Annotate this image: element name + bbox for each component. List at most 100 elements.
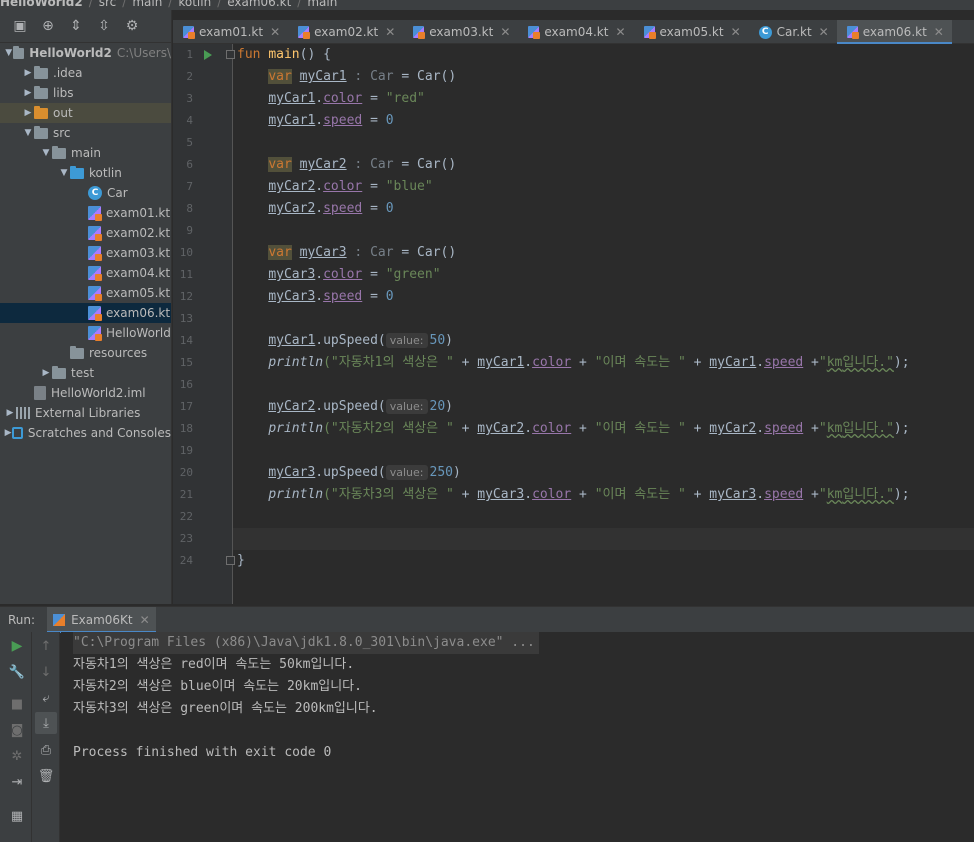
select-opened-file-icon[interactable]: ⊕ [40,18,56,34]
line-number: 12 [179,290,193,303]
code-area[interactable]: fun main() { var myCar1 : Car = Car() my… [233,44,974,604]
print-icon[interactable]: ⎙ [38,742,54,758]
tab-exam03-kt[interactable]: exam03.kt ✕ [403,20,518,44]
exit-icon[interactable]: ⇥ [9,774,25,790]
tree-item-label: exam01.kt [106,206,171,220]
tree-item-exam05-kt[interactable]: exam05.kt [0,283,171,303]
line-number: 20 [179,466,193,479]
tab-car-kt[interactable]: C Car.kt ✕ [749,20,837,44]
parameter-hint: value: [385,399,428,414]
chevron-right-icon[interactable]: ▶ [4,408,16,418]
close-icon[interactable]: ✕ [731,25,741,39]
close-icon[interactable]: ✕ [385,25,395,39]
line-number: 22 [179,510,193,523]
close-icon[interactable]: ✕ [500,25,510,39]
collapse-all-icon[interactable]: ⇳ [96,18,112,34]
library-icon [16,407,30,419]
kotlin-file-icon [88,266,102,281]
tree-item-src[interactable]: ▼ src [0,123,171,143]
breadcrumb-project[interactable]: HelloWorld2 [0,0,83,9]
code-line: myCar3.upSpeed(value: 250) [268,465,461,480]
fold-marker-icon[interactable] [226,50,235,59]
chevron-right-icon[interactable]: ▶ [22,68,34,78]
tree-item-external-libraries[interactable]: ▶ External Libraries [0,403,171,423]
camera-icon[interactable]: ◙ [9,722,25,738]
chevron-right-icon[interactable]: ▶ [4,428,12,438]
tree-item-helloworld2-iml[interactable]: HelloWorld2.iml [0,383,171,403]
tree-item-kotlin[interactable]: ▼ kotlin [0,163,171,183]
run-gutter-icon[interactable] [204,50,212,60]
folder-icon [70,345,84,359]
tree-item-label: .idea [53,66,83,80]
close-icon[interactable]: ✕ [934,25,944,39]
tree-item-car[interactable]: C Car [0,183,171,203]
fold-marker-icon[interactable] [226,556,235,565]
chevron-down-icon[interactable]: ▼ [4,48,13,58]
tree-item-exam06-kt[interactable]: exam06.kt [0,303,171,323]
tree-item-scratches-and-consoles[interactable]: ▶ Scratches and Consoles [0,423,171,443]
tab-exam06-kt[interactable]: exam06.kt ✕ [836,20,952,45]
breadcrumb-src[interactable]: src [99,0,117,9]
code-line: myCar3.color = "green" [268,267,441,282]
arrow-down-icon[interactable]: ↓ [38,664,54,680]
line-number: 23 [179,532,193,545]
run-toolbar: ▶ 🔧 ■ ◙ ✲ ⇥ ▦ [0,632,32,842]
soft-wrap-icon[interactable]: ⤶ [38,690,54,706]
code-editor[interactable]: 1 2 3 4 5 6 7 8 9 10 11 12 13 14 15 16 17 18 19 20 21 22 23 24 … [173,44,974,604]
breadcrumb-separator: / [88,0,93,9]
layout-icon[interactable]: ▦ [9,808,25,824]
close-icon[interactable]: ✕ [270,25,280,39]
chevron-down-icon[interactable]: ▼ [58,168,70,178]
scroll-to-end-icon[interactable]: ⤓ [35,712,57,734]
close-icon[interactable]: ✕ [615,25,625,39]
breadcrumb-separator: / [122,0,127,9]
tree-item-test[interactable]: ▶ test [0,363,171,383]
expand-all-icon[interactable]: ⇕ [68,18,84,34]
stop-icon[interactable]: ■ [9,696,25,712]
tab-exam01-kt[interactable]: exam01.kt ✕ [173,20,288,44]
code-line: var myCar2 : Car = Car() [268,157,457,172]
tree-item-helloworld[interactable]: HelloWorld [0,323,171,343]
chevron-down-icon[interactable]: ▼ [22,128,34,138]
project-view-dropdown-icon[interactable]: ▣ [12,18,28,34]
tree-item-label: test [71,366,95,380]
chevron-right-icon[interactable]: ▶ [40,368,52,378]
breadcrumb-main[interactable]: main [132,0,162,9]
run-config-tab[interactable]: Exam06Kt ✕ [47,606,156,633]
breadcrumb-file[interactable]: exam06.kt [227,0,291,9]
rerun-icon[interactable]: ▶ [9,638,25,654]
tab-exam02-kt[interactable]: exam02.kt ✕ [288,20,403,44]
tree-item-helloworld2[interactable]: ▼ HelloWorld2 C:\Users\ [0,43,171,63]
close-icon[interactable]: ✕ [140,613,150,627]
close-icon[interactable]: ✕ [819,25,829,39]
console-output[interactable]: "C:\Program Files (x86)\Java\jdk1.8.0_30… [61,632,974,842]
tab-exam05-kt[interactable]: exam05.kt ✕ [634,20,749,44]
tree-item-libs[interactable]: ▶ libs [0,83,171,103]
breadcrumb-function[interactable]: main [307,0,337,9]
folder-icon [52,365,66,379]
arrow-up-icon[interactable]: ↑ [38,638,54,654]
gear-icon[interactable]: ⚙ [124,18,140,34]
tree-item-label: exam06.kt [106,306,171,320]
tree-item-exam02-kt[interactable]: exam02.kt [0,223,171,243]
trash-icon[interactable]: 🗑 [38,768,55,784]
breadcrumb-kotlin[interactable]: kotlin [178,0,211,9]
tree-item-idea[interactable]: ▶ .idea [0,63,171,83]
tree-item-exam04-kt[interactable]: exam04.kt [0,263,171,283]
tree-item-main[interactable]: ▼ main [0,143,171,163]
tab-label: Car.kt [776,25,812,39]
tree-item-exam03-kt[interactable]: exam03.kt [0,243,171,263]
chevron-right-icon[interactable]: ▶ [22,88,34,98]
debug-icon[interactable]: ✲ [9,748,25,764]
chevron-right-icon[interactable]: ▶ [22,108,34,118]
code-line: println("자동차3의 색상은 " + myCar3.color + "이… [268,487,910,502]
line-number: 16 [179,378,193,391]
tree-item-exam01-kt[interactable]: exam01.kt [0,203,171,223]
chevron-down-icon[interactable]: ▼ [40,148,52,158]
tree-item-resources[interactable]: resources [0,343,171,363]
wrench-icon[interactable]: 🔧 [9,664,25,680]
line-number: 21 [179,488,193,501]
tree-item-out[interactable]: ▶ out [0,103,171,123]
tab-exam04-kt[interactable]: exam04.kt ✕ [518,20,633,44]
current-line[interactable] [233,528,974,550]
